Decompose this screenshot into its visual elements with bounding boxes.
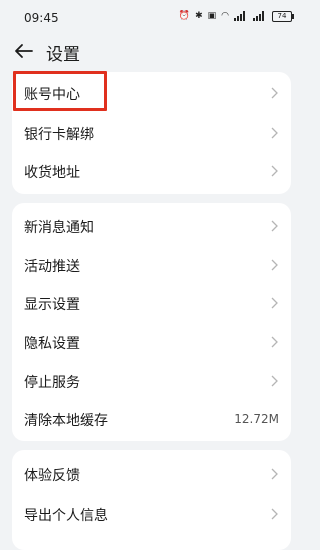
row-shipping-address[interactable]: 收货地址 (12, 152, 291, 190)
row-label: 停止服务 (24, 375, 80, 391)
status-bar: 09:45 ⏰ ✱ ▣ ◠ 74 (0, 0, 304, 34)
battery-icon: 74 (272, 10, 294, 22)
app-header: 设置 (0, 34, 304, 68)
row-display-settings[interactable]: 显示设置 (12, 284, 291, 322)
row-label: 银行卡解绑 (24, 127, 94, 143)
alarm-icon: ⏰ (178, 11, 191, 21)
chevron-right-icon (271, 259, 278, 271)
row-label: 导出个人信息 (24, 508, 108, 524)
cell-signal-2-icon (253, 11, 267, 21)
settings-group-feedback: 体验反馈 导出个人信息 (12, 450, 291, 550)
chevron-right-icon (271, 87, 278, 99)
chevron-right-icon (271, 165, 278, 177)
chevron-right-icon (271, 468, 278, 480)
row-bank-card-unbind[interactable]: 银行卡解绑 (12, 114, 291, 152)
cell-signal-icon (234, 11, 248, 21)
chevron-right-icon (271, 336, 278, 348)
chevron-right-icon (271, 297, 278, 309)
highlight-box (13, 71, 107, 111)
row-stop-service[interactable]: 停止服务 (12, 362, 291, 400)
row-label: 清除本地缓存 (24, 413, 108, 429)
chevron-right-icon (271, 375, 278, 387)
settings-group-general: 新消息通知 活动推送 显示设置 隐私设置 停止服务 清除本地缓存 12.72M (12, 203, 291, 441)
chevron-right-icon (271, 508, 278, 520)
back-arrow-icon[interactable] (12, 39, 36, 63)
wifi-icon: ◠ (221, 11, 229, 21)
status-icons: ⏰ ✱ ▣ ◠ 74 (178, 10, 294, 22)
row-label: 活动推送 (24, 259, 80, 275)
row-activity-push[interactable]: 活动推送 (12, 246, 291, 284)
row-privacy-settings[interactable]: 隐私设置 (12, 323, 291, 361)
row-label: 收货地址 (24, 165, 80, 181)
cache-size-value: 12.72M (234, 412, 279, 426)
row-label: 新消息通知 (24, 220, 94, 236)
row-export-personal-info[interactable]: 导出个人信息 (12, 495, 291, 533)
row-clear-cache[interactable]: 清除本地缓存 12.72M (12, 400, 291, 438)
row-label: 体验反馈 (24, 468, 80, 484)
hd-icon: ▣ (207, 11, 217, 21)
chevron-right-icon (271, 220, 278, 232)
chevron-right-icon (271, 127, 278, 139)
row-label: 显示设置 (24, 297, 80, 313)
bluetooth-icon: ✱ (195, 11, 203, 21)
row-feedback[interactable]: 体验反馈 (12, 455, 291, 493)
row-new-message-notify[interactable]: 新消息通知 (12, 207, 291, 245)
status-time: 09:45 (24, 11, 59, 25)
page-title: 设置 (46, 45, 80, 65)
row-label: 隐私设置 (24, 336, 80, 352)
